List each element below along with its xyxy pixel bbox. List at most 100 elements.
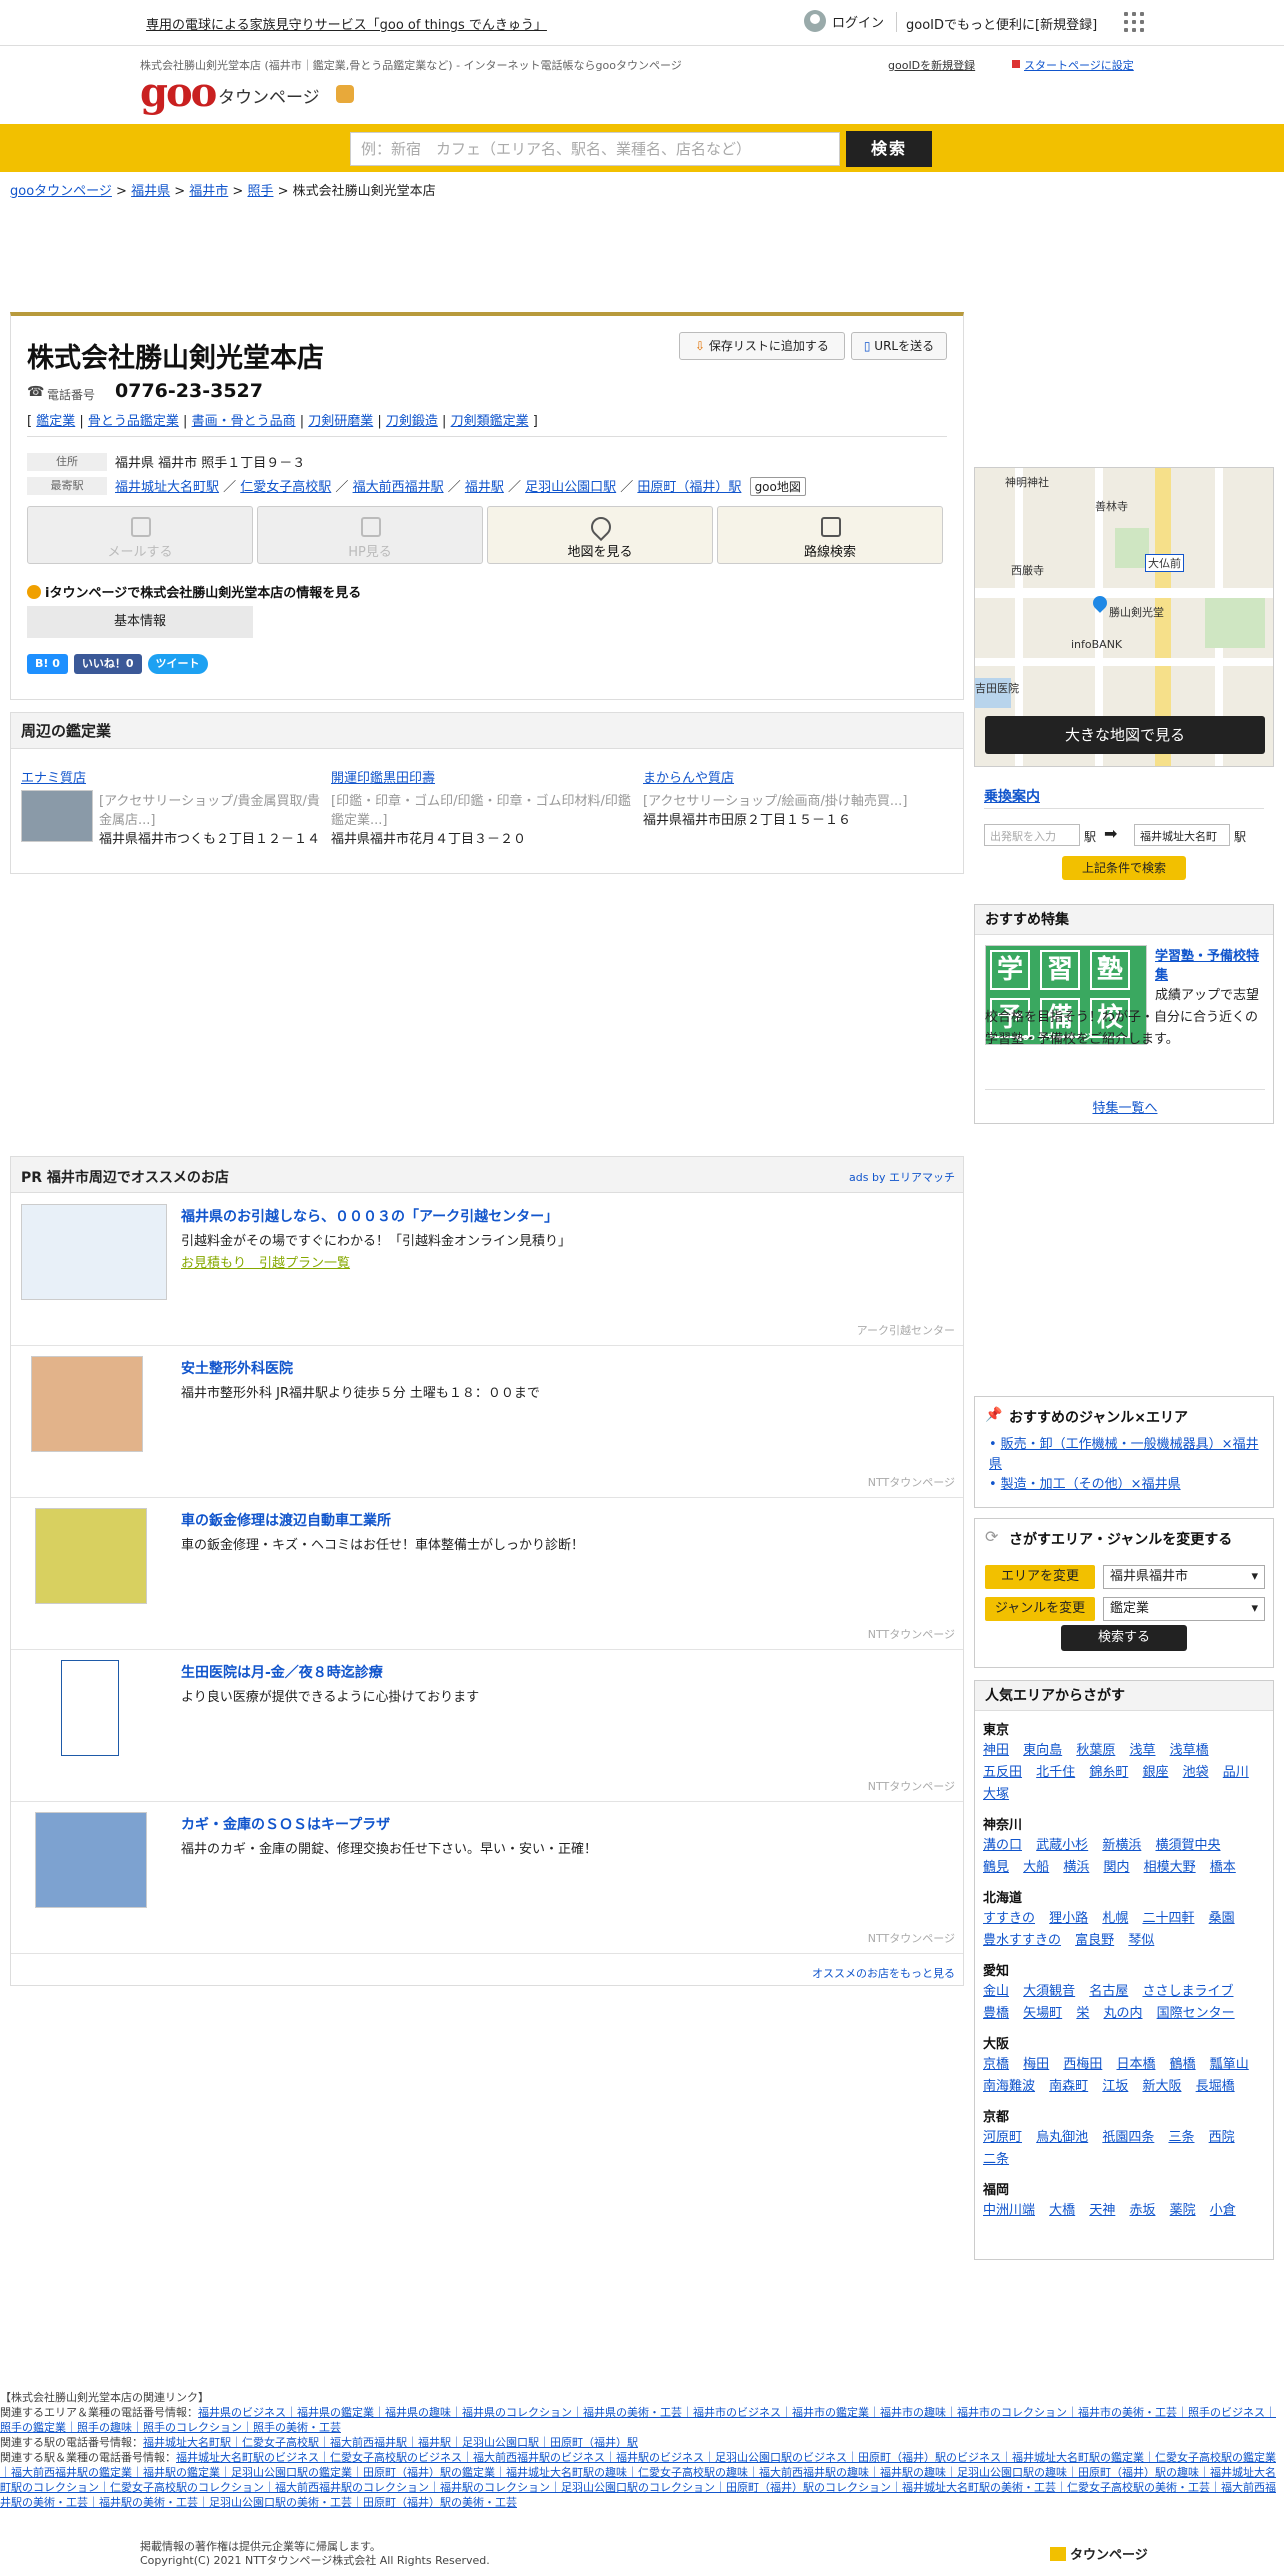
area-link[interactable]: 相模大野 bbox=[1144, 1860, 1196, 1875]
search-button[interactable]: 検索 bbox=[846, 131, 932, 167]
breadcrumb-item[interactable]: 福井県 bbox=[131, 184, 170, 199]
category-link[interactable]: 鑑定業 bbox=[36, 414, 75, 429]
breadcrumb-item[interactable]: 照手 bbox=[247, 184, 273, 199]
start-page-link[interactable]: スタートページに設定 bbox=[1024, 57, 1134, 73]
login-link[interactable]: ログイン bbox=[804, 10, 884, 32]
area-link[interactable]: 赤坂 bbox=[1129, 2203, 1155, 2218]
new-id-link[interactable]: gooIDを新規登録 bbox=[888, 57, 975, 73]
area-link[interactable]: 名古屋 bbox=[1089, 1984, 1128, 1999]
area-link[interactable]: 神田 bbox=[983, 1743, 1009, 1758]
area-link[interactable]: 桑園 bbox=[1209, 1911, 1235, 1926]
breadcrumb-item[interactable]: gooタウンページ bbox=[10, 184, 112, 199]
footer-logo[interactable]: タウンページ bbox=[1050, 2544, 1148, 2563]
area-link[interactable]: 富良野 bbox=[1075, 1933, 1114, 1948]
area-link[interactable]: 梅田 bbox=[1023, 2057, 1049, 2072]
pr-title-link[interactable]: カギ・金庫のＳＯＳはキープラザ bbox=[181, 1814, 390, 1834]
area-link[interactable]: 長堀橋 bbox=[1196, 2079, 1235, 2094]
area-link[interactable]: 秋葉原 bbox=[1076, 1743, 1115, 1758]
area-link[interactable]: すすきの bbox=[983, 1911, 1035, 1926]
category-link[interactable]: 刀剣研磨業 bbox=[308, 414, 373, 429]
route-search-button[interactable]: 路線検索 bbox=[717, 506, 943, 564]
pr-image[interactable] bbox=[35, 1508, 147, 1604]
change-area-button[interactable]: エリアを変更 bbox=[985, 1565, 1095, 1589]
area-link[interactable]: 錦糸町 bbox=[1089, 1765, 1128, 1780]
area-link[interactable]: 武蔵小杉 bbox=[1036, 1838, 1088, 1853]
townpage-logo-text[interactable]: タウンページ bbox=[218, 83, 320, 108]
map-widget[interactable]: 神明神社 善林寺 西厳寺 大仏前 勝山剣光堂 infoBANK 吉田医院 大きな… bbox=[974, 467, 1274, 767]
search-input[interactable] bbox=[350, 132, 840, 166]
area-link[interactable]: 小倉 bbox=[1210, 2203, 1236, 2218]
genre-link[interactable]: 製造・加工（その他）×福井県 bbox=[1001, 1477, 1181, 1492]
area-link[interactable]: 栄 bbox=[1076, 2006, 1089, 2021]
station-link[interactable]: 福大前西福井駅 bbox=[353, 480, 444, 495]
area-link[interactable]: 中洲川端 bbox=[983, 2203, 1035, 2218]
tweet-button[interactable]: ツイート bbox=[147, 654, 208, 674]
area-link[interactable]: 札幌 bbox=[1102, 1911, 1128, 1926]
station-link[interactable]: 福井城址大名町駅 bbox=[115, 480, 219, 495]
genre-link[interactable]: 販売・卸（工作機械・一般機械器具）×福井県 bbox=[989, 1437, 1259, 1472]
station-link[interactable]: 仁愛女子高校駅 bbox=[240, 480, 331, 495]
area-link[interactable]: 大塚 bbox=[983, 1787, 1009, 1802]
area-select[interactable]: 福井県福井市 bbox=[1103, 1565, 1265, 1589]
category-link[interactable]: 書画・骨とう品商 bbox=[192, 414, 296, 429]
app-grid-icon[interactable] bbox=[1124, 12, 1144, 32]
save-list-button[interactable]: ⇩ 保存リストに追加する bbox=[679, 332, 845, 360]
homepage-button[interactable]: HP見る bbox=[257, 506, 483, 564]
goo-logo[interactable]: goo bbox=[140, 73, 217, 113]
area-link[interactable]: 西院 bbox=[1209, 2130, 1235, 2145]
area-link[interactable]: 三条 bbox=[1168, 2130, 1194, 2145]
area-link[interactable]: 浅草橋 bbox=[1170, 1743, 1209, 1758]
area-link[interactable]: 南海難波 bbox=[983, 2079, 1035, 2094]
area-link[interactable]: 横浜 bbox=[1063, 1860, 1089, 1875]
send-url-button[interactable]: ▯ URLを送る bbox=[851, 332, 947, 360]
area-link[interactable]: 横須賀中央 bbox=[1155, 1838, 1220, 1853]
hatena-bookmark-button[interactable]: B! 0 bbox=[27, 654, 68, 674]
shop-link[interactable]: エナミ質店 bbox=[21, 767, 321, 786]
large-map-button[interactable]: 大きな地図で見る bbox=[985, 716, 1265, 754]
station-link[interactable]: 田原町（福井）駅 bbox=[637, 480, 741, 495]
area-link[interactable]: 溝の口 bbox=[983, 1838, 1022, 1853]
pr-title-link[interactable]: 福井県のお引越しなら、０００３の「アーク引越センター」 bbox=[181, 1206, 558, 1226]
transit-search-button[interactable]: 上記条件で検索 bbox=[1062, 856, 1186, 880]
goo-map-button[interactable]: goo地図 bbox=[749, 477, 806, 496]
area-link[interactable]: 西梅田 bbox=[1063, 2057, 1102, 2072]
from-station-input[interactable]: 出発駅を入力 bbox=[984, 824, 1080, 846]
view-map-button[interactable]: 地図を見る bbox=[487, 506, 713, 564]
area-link[interactable]: 豊橋 bbox=[983, 2006, 1009, 2021]
shop-link[interactable]: 開運印鑑黒田印壽 bbox=[331, 767, 631, 786]
area-link[interactable]: 京橋 bbox=[983, 2057, 1009, 2072]
mail-button[interactable]: メールする bbox=[27, 506, 253, 564]
area-link[interactable]: 大船 bbox=[1023, 1860, 1049, 1875]
ads-link[interactable]: ads by エリアマッチ bbox=[849, 1169, 955, 1185]
itownpage-link[interactable]: iタウンページで株式会社勝山剣光堂本店の情報を見る bbox=[27, 582, 361, 601]
area-link[interactable]: 天神 bbox=[1089, 2203, 1115, 2218]
category-link[interactable]: 骨とう品鑑定業 bbox=[88, 414, 179, 429]
transit-title[interactable]: 乗換案内 bbox=[984, 786, 1040, 806]
area-link[interactable]: 東向島 bbox=[1023, 1743, 1062, 1758]
pr-links[interactable]: お見積もり 引越プラン一覧 bbox=[181, 1252, 350, 1271]
area-link[interactable]: 薬院 bbox=[1170, 2203, 1196, 2218]
area-link[interactable]: 池袋 bbox=[1183, 1765, 1209, 1780]
area-link[interactable]: 日本橋 bbox=[1116, 2057, 1155, 2072]
area-link[interactable]: 大須観音 bbox=[1023, 1984, 1075, 1999]
shop-link[interactable]: まからんや質店 bbox=[643, 767, 943, 786]
area-link[interactable]: 矢場町 bbox=[1023, 2006, 1062, 2021]
area-link[interactable]: 新大阪 bbox=[1142, 2079, 1181, 2094]
area-link[interactable]: 鶴橋 bbox=[1170, 2057, 1196, 2072]
facebook-like-button[interactable]: いいね！0 bbox=[73, 654, 142, 674]
station-link[interactable]: 福井駅 bbox=[465, 480, 504, 495]
area-link[interactable]: 浅草 bbox=[1129, 1743, 1155, 1758]
pr-title-link[interactable]: 生田医院は月-金／夜８時迄診療 bbox=[181, 1662, 383, 1682]
area-link[interactable]: 二十四軒 bbox=[1142, 1911, 1194, 1926]
area-link[interactable]: 新横浜 bbox=[1102, 1838, 1141, 1853]
change-search-button[interactable]: 検索する bbox=[1061, 1625, 1187, 1651]
to-station-input[interactable]: 福井城址大名町 bbox=[1134, 824, 1230, 846]
area-link[interactable]: 大橋 bbox=[1049, 2203, 1075, 2218]
area-link[interactable]: 橋本 bbox=[1210, 1860, 1236, 1875]
pr-image[interactable] bbox=[31, 1356, 143, 1452]
basic-info-tab[interactable]: 基本情報 bbox=[27, 606, 253, 638]
area-link[interactable]: 豊水すすきの bbox=[983, 1933, 1061, 1948]
area-link[interactable]: 北千住 bbox=[1036, 1765, 1075, 1780]
feature-list-link[interactable]: 特集一覧へ bbox=[975, 1097, 1275, 1116]
area-link[interactable]: 国際センター bbox=[1157, 2006, 1235, 2021]
